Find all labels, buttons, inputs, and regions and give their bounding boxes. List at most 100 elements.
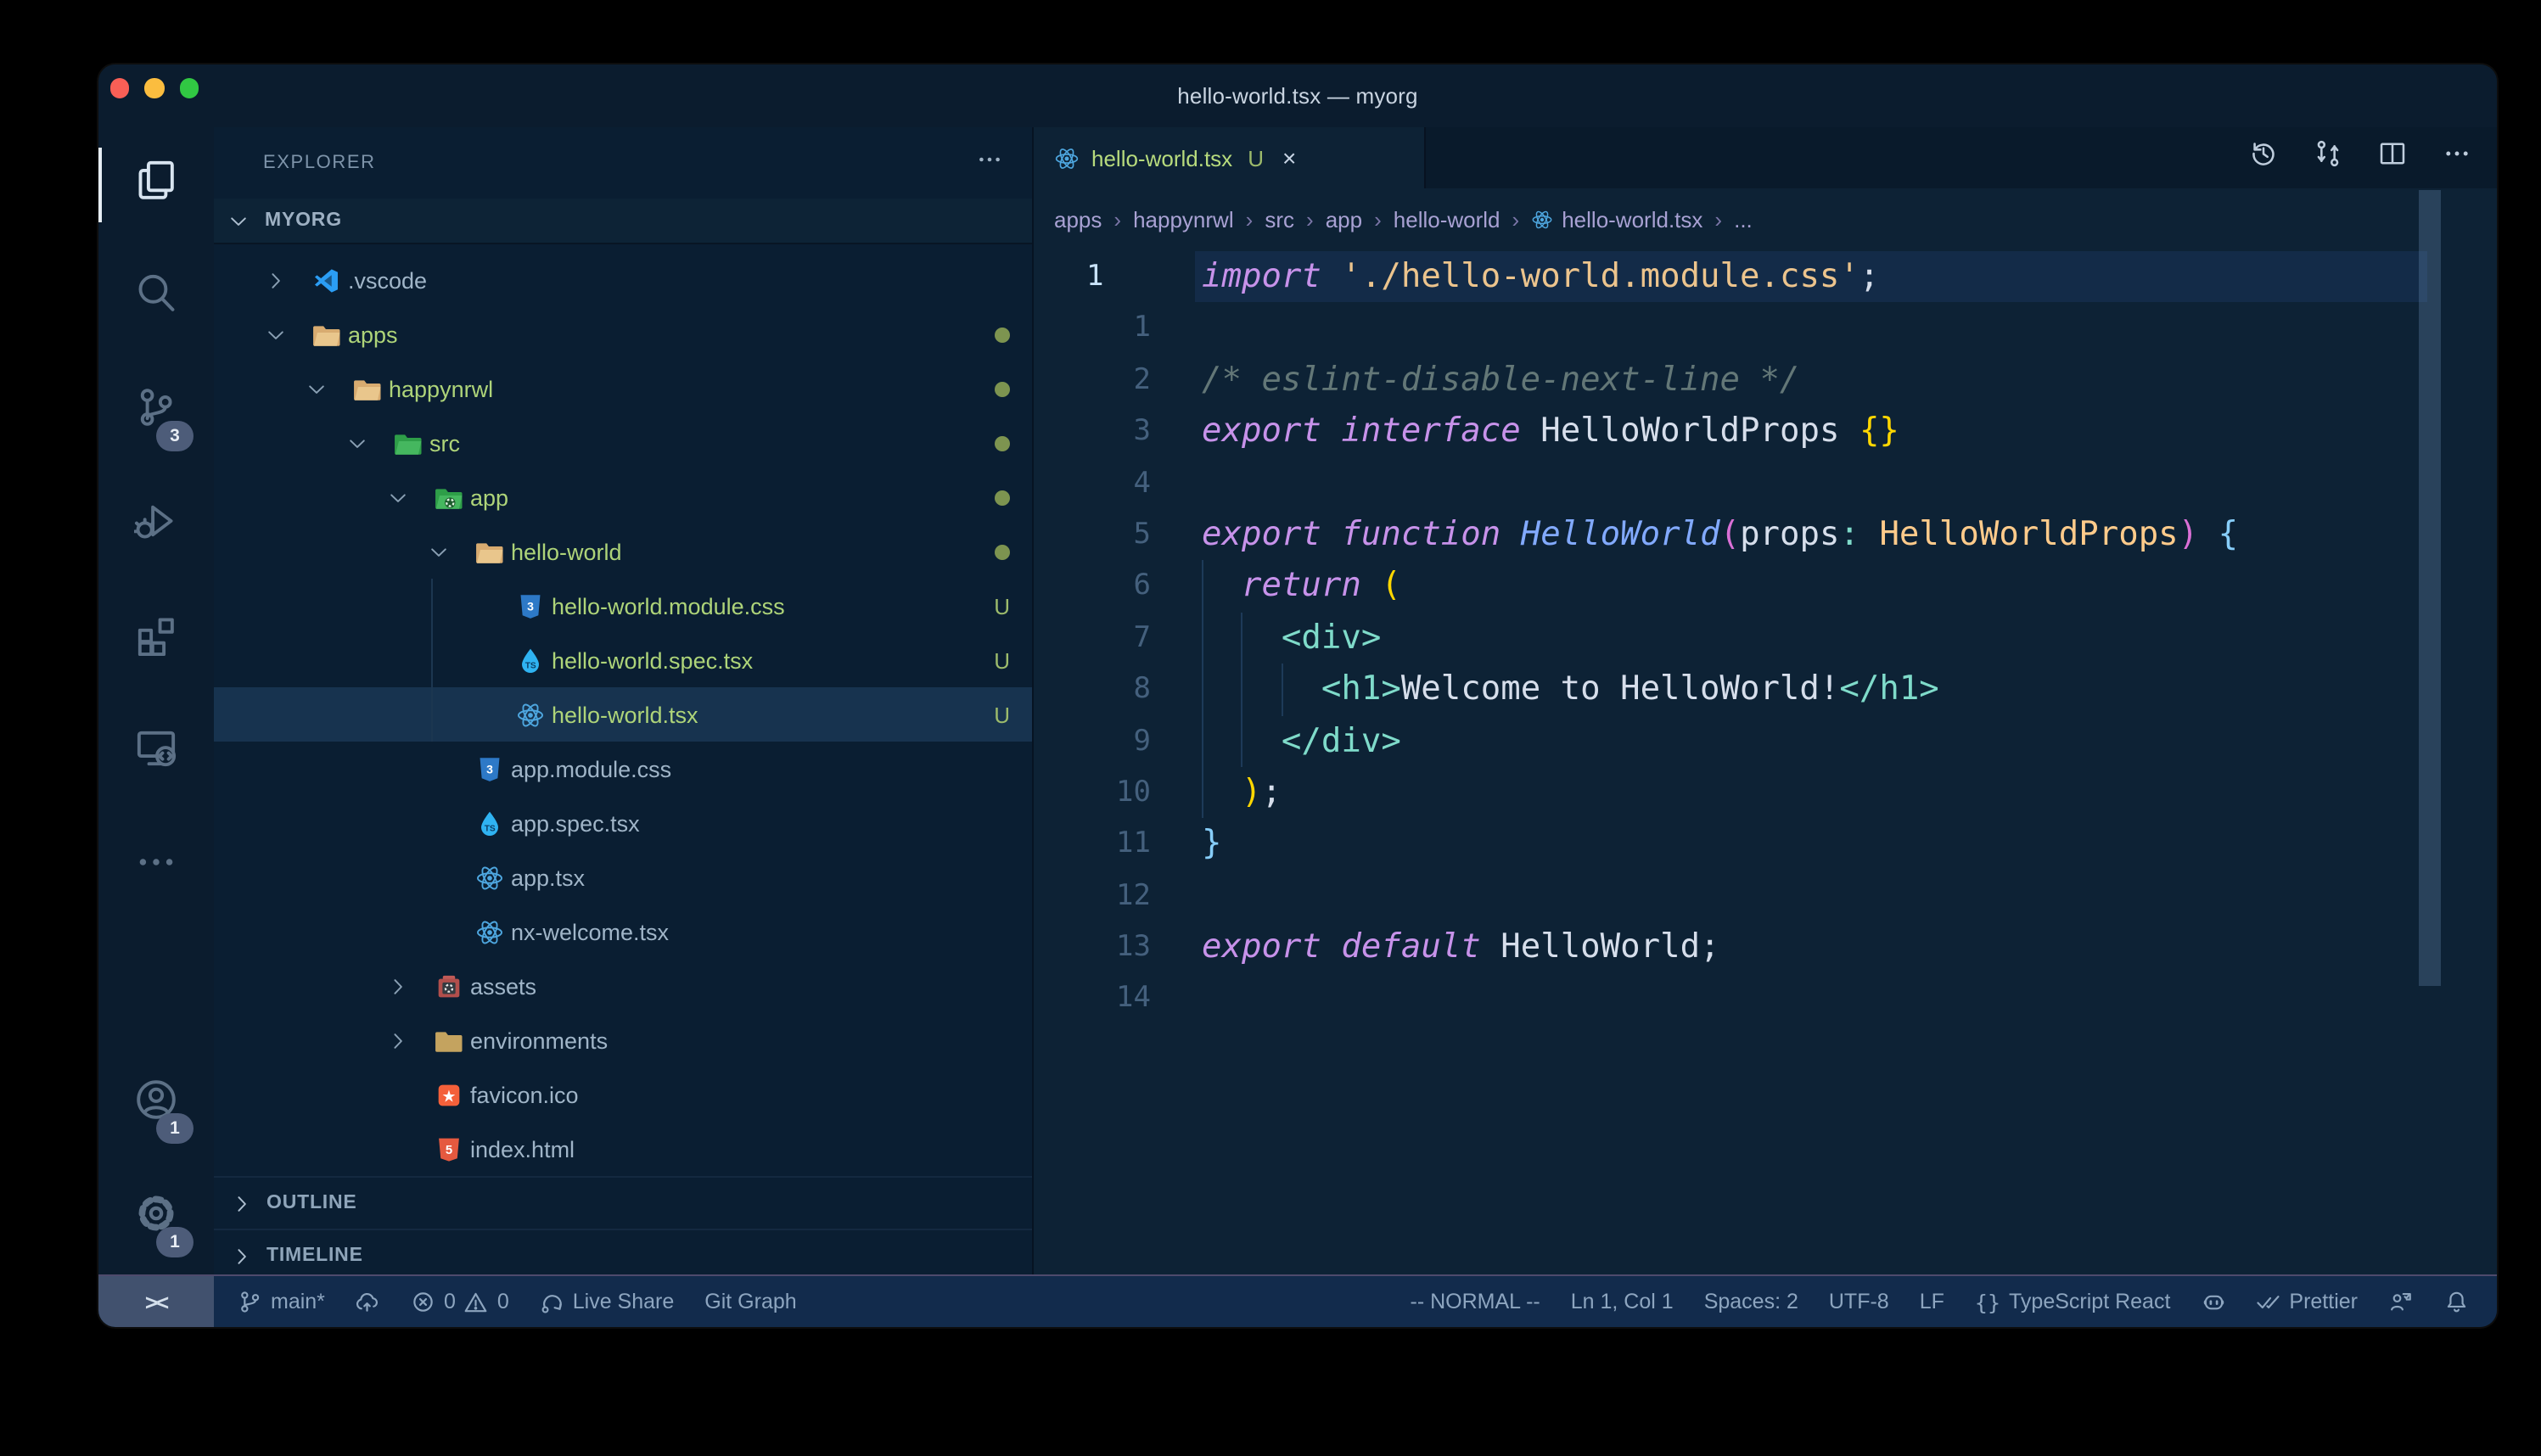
folder-src-icon — [394, 428, 423, 457]
git-modified-dot-icon — [995, 327, 1010, 342]
tree-item-index-html[interactable]: 5index.html — [214, 1122, 1032, 1176]
tree-item-src[interactable]: src — [214, 416, 1032, 470]
folder-icon — [475, 537, 504, 566]
activity-item-remote-explorer[interactable] — [98, 696, 214, 809]
split-editor-button[interactable] — [2378, 139, 2407, 176]
title-bar: hello-world.tsx — myorg — [98, 64, 2497, 127]
tree-item-app[interactable]: app — [214, 470, 1032, 524]
breadcrumb-item[interactable]: happynrwl — [1133, 207, 1234, 232]
chevron-right-icon — [231, 1192, 253, 1214]
status-item-notifications[interactable] — [2428, 1276, 2483, 1327]
tree-item-apps[interactable]: apps — [214, 307, 1032, 361]
code-line: 1 — [1034, 303, 2497, 355]
tree-item-nx-welcome-tsx[interactable]: nx-welcome.tsx — [214, 904, 1032, 959]
react-icon — [475, 863, 504, 892]
remote-explorer-icon — [134, 726, 178, 779]
tab-dirty-badge: U — [1248, 145, 1264, 171]
chevron-down-icon — [428, 540, 475, 563]
activity-item-more[interactable] — [98, 809, 214, 923]
status-item-problems[interactable]: 00 — [395, 1276, 524, 1327]
line-number: 2 — [1034, 355, 1170, 406]
code-line: 7 <div> — [1034, 612, 2497, 664]
chevron-down-icon — [227, 210, 250, 232]
minimize-window-button[interactable] — [144, 78, 164, 98]
explorer-more-actions-button[interactable] — [976, 145, 1003, 181]
tree-item-hello-world[interactable]: hello-world — [214, 524, 1032, 579]
chevron-right-icon — [265, 269, 312, 291]
status-item-indentation[interactable]: Spaces: 2 — [1689, 1276, 1814, 1327]
close-tab-icon[interactable]: × — [1282, 146, 1296, 170]
status-item-language-mode[interactable]: {}TypeScript React — [1960, 1276, 2186, 1327]
activity-item-run-debug[interactable] — [98, 468, 214, 582]
status-item-live-share[interactable]: Live Share — [524, 1276, 690, 1327]
vscode-icon — [312, 266, 341, 294]
status-item-eol[interactable]: LF — [1904, 1276, 1960, 1327]
vscode-window: hello-world.tsx — myorg 311 EXPLORER MYO… — [98, 64, 2497, 1327]
tree-item-hello-world-tsx[interactable]: hello-world.tsxU — [214, 687, 1032, 742]
status-item-copilot[interactable] — [2185, 1276, 2241, 1327]
tree-item-environments[interactable]: environments — [214, 1013, 1032, 1067]
breadcrumb-item[interactable]: ... — [1734, 207, 1753, 232]
activity-item-explorer[interactable] — [98, 127, 214, 241]
tree-item-hello-world-module-css[interactable]: 3hello-world.module.cssU — [214, 579, 1032, 633]
line-number: 9 — [1034, 715, 1170, 767]
activity-item-extensions[interactable] — [98, 582, 214, 696]
tree-item-happynrwl[interactable]: happynrwl — [214, 361, 1032, 416]
breadcrumb-separator: › — [1246, 207, 1254, 232]
breadcrumb-item[interactable]: hello-world — [1394, 207, 1500, 232]
tree-item-favicon-ico[interactable]: ★favicon.ico — [214, 1067, 1032, 1122]
status-item-feedback[interactable] — [2373, 1276, 2428, 1327]
git-branch-icon — [238, 1290, 262, 1314]
breadcrumb-item[interactable]: src — [1265, 207, 1294, 232]
activity-item-source-control[interactable]: 3 — [98, 355, 214, 468]
line-number: 8 — [1034, 664, 1170, 715]
status-item-git-graph[interactable]: Git Graph — [689, 1276, 811, 1327]
status-item-sync-changes[interactable] — [340, 1276, 395, 1327]
zoom-window-button[interactable] — [179, 78, 199, 98]
activity-item-search[interactable] — [98, 241, 214, 355]
breadcrumb-item[interactable]: hello-world.tsx — [1531, 207, 1702, 232]
status-left-group: main* 00Live ShareGit Graph — [222, 1276, 812, 1327]
workspace-section-header[interactable]: MYORG — [214, 199, 1032, 244]
timeline-section-header[interactable]: TIMELINE — [214, 1229, 1032, 1274]
status-item-vim-mode[interactable]: -- NORMAL -- — [1395, 1276, 1556, 1327]
code-editor[interactable]: 1import './hello-world.module.css';12/* … — [1034, 251, 2497, 1274]
search-icon — [134, 272, 178, 324]
react-icon — [1054, 145, 1080, 171]
editor-actions — [2249, 127, 2497, 188]
close-window-button[interactable] — [109, 78, 129, 98]
tree-item-app-tsx[interactable]: app.tsx — [214, 850, 1032, 904]
breadcrumb-item[interactable]: apps — [1054, 207, 1102, 232]
tree-item-app-spec-tsx[interactable]: TSapp.spec.tsx — [214, 796, 1032, 850]
tab-hello-world-tsx[interactable]: hello-world.tsx U × — [1034, 127, 1426, 188]
status-item-encoding[interactable]: UTF-8 — [1814, 1276, 1904, 1327]
status-item-prettier[interactable]: Prettier — [2241, 1276, 2373, 1327]
timeline-history-button[interactable] — [2249, 139, 2278, 176]
outline-section-header[interactable]: OUTLINE — [214, 1176, 1032, 1229]
remote-indicator[interactable]: >< — [98, 1276, 214, 1327]
open-changes-button[interactable] — [2314, 139, 2342, 176]
tree-item-assets[interactable]: assets — [214, 959, 1032, 1013]
breadcrumb-separator: › — [1306, 207, 1314, 232]
live-share-icon — [540, 1290, 564, 1314]
tree-item--vscode[interactable]: .vscode — [214, 253, 1032, 307]
tree-item-app-module-css[interactable]: 3app.module.css — [214, 742, 1032, 796]
line-number: 3 — [1034, 406, 1170, 457]
braces-icon: {} — [1975, 1289, 2000, 1314]
git-modified-dot-icon — [995, 490, 1010, 505]
status-item-cursor-position[interactable]: Ln 1, Col 1 — [1556, 1276, 1689, 1327]
more-actions-button[interactable] — [2443, 139, 2471, 176]
breadcrumb: apps›happynrwl›src›app›hello-world›hello… — [1034, 188, 2497, 251]
code-line: 2/* eslint-disable-next-line */ — [1034, 355, 2497, 406]
line-number: 6 — [1034, 561, 1170, 613]
editor-scrollbar[interactable] — [2419, 190, 2441, 986]
chevron-right-icon — [387, 975, 435, 997]
status-item-git-branch[interactable]: main* — [222, 1276, 340, 1327]
history-icon — [2249, 139, 2278, 176]
activity-item-settings[interactable]: 1 — [98, 1161, 214, 1274]
html-icon: 5 — [435, 1134, 463, 1163]
tree-item-hello-world-spec-tsx[interactable]: TShello-world.spec.tsxU — [214, 633, 1032, 687]
activity-item-accounts[interactable]: 1 — [98, 1047, 214, 1161]
breadcrumb-item[interactable]: app — [1326, 207, 1362, 232]
folder-icon — [353, 374, 382, 403]
